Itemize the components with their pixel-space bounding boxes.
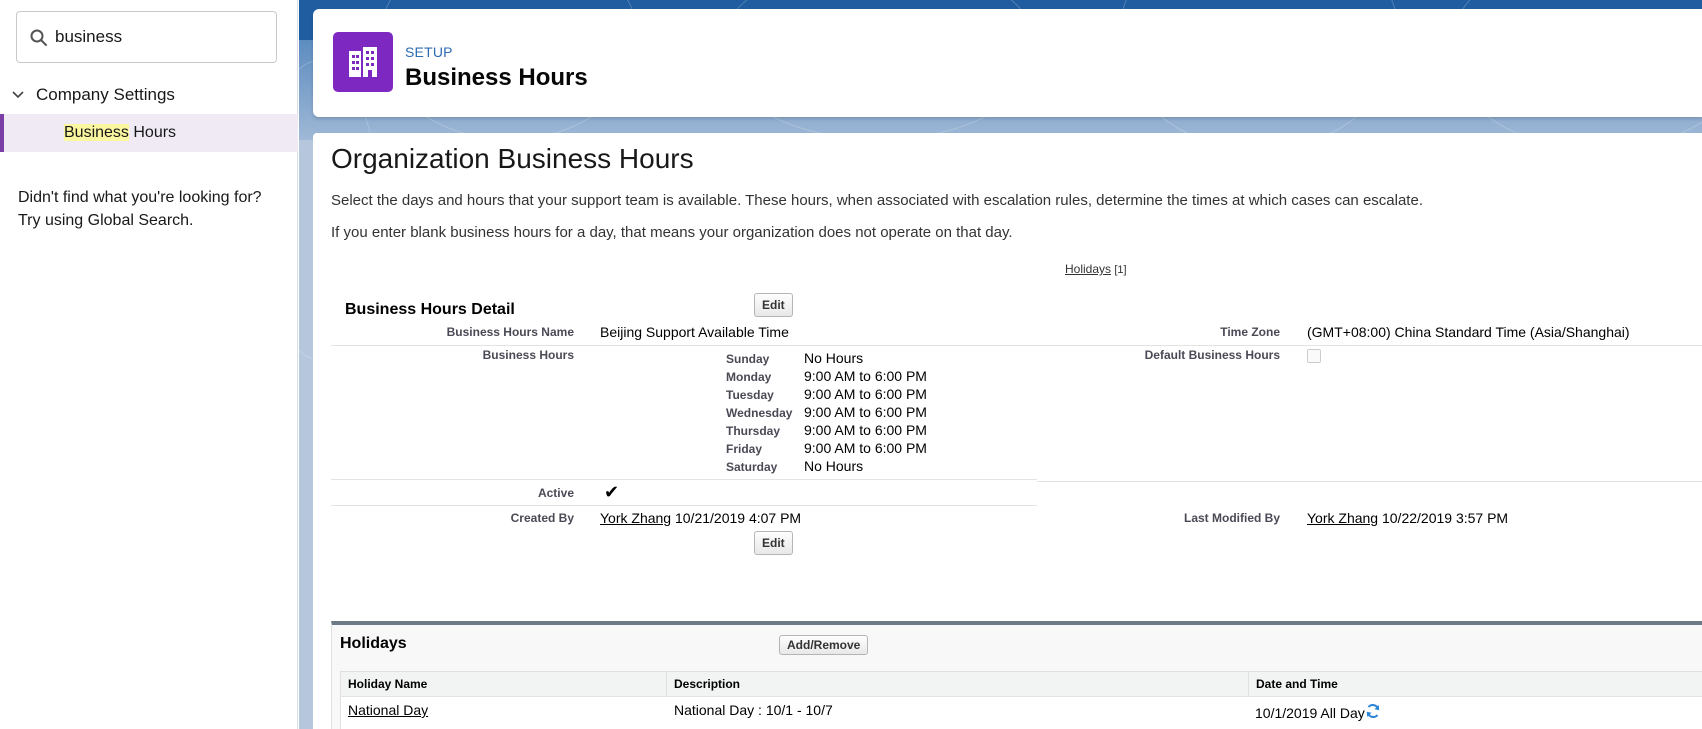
- created-by-user-link[interactable]: York Zhang: [600, 510, 671, 526]
- detail-section-title: Business Hours Detail: [345, 301, 515, 318]
- last-modified-user-link[interactable]: York Zhang: [1307, 510, 1378, 526]
- not-found-message: Didn't find what you're looking for? Try…: [18, 186, 288, 232]
- created-by-value: York Zhang 10/21/2019 4:07 PM: [600, 510, 801, 526]
- day-label: Thursday: [726, 424, 781, 438]
- section-heading: Organization Business Hours: [331, 143, 694, 174]
- setup-sidebar: business Company Settings Business Hours…: [0, 0, 298, 729]
- holidays-link[interactable]: Holidays: [1065, 262, 1111, 276]
- edit-button-top[interactable]: Edit: [754, 293, 793, 317]
- day-hours: No Hours: [804, 458, 864, 474]
- description-text: If you enter blank business hours for a …: [331, 224, 1013, 241]
- search-icon: [30, 29, 47, 46]
- related-list-title: Holidays: [340, 635, 407, 652]
- field-label: Business Hours: [482, 348, 574, 362]
- tree-item-label: Business Hours: [64, 124, 176, 142]
- row-divider: [331, 345, 1702, 346]
- chevron-down-icon[interactable]: [10, 87, 26, 103]
- content-panel: Organization Business Hours Select the d…: [313, 133, 1702, 729]
- holidays-count: [1]: [1114, 264, 1127, 276]
- row-divider: [331, 505, 1037, 506]
- default-business-hours-checkbox: [1307, 349, 1321, 363]
- page-title: Business Hours: [405, 64, 588, 91]
- add-remove-button[interactable]: Add/Remove: [779, 635, 869, 655]
- tree-item-company-settings[interactable]: Company Settings: [10, 82, 175, 108]
- day-hours: 9:00 AM to 6:00 PM: [804, 368, 927, 384]
- day-label: Sunday: [726, 352, 770, 366]
- field-label: Active: [537, 486, 574, 500]
- holiday-date: 10/1/2019 All Day: [1255, 705, 1365, 721]
- day-hours: 9:00 AM to 6:00 PM: [804, 422, 927, 438]
- field-label: Last Modified By: [1183, 511, 1280, 525]
- time-zone-value: (GMT+08:00) China Standard Time (Asia/Sh…: [1307, 324, 1630, 340]
- tree-item-business-hours[interactable]: Business Hours: [0, 114, 298, 152]
- row-divider: [1037, 481, 1702, 482]
- day-label: Tuesday: [726, 388, 774, 402]
- not-found-line: Try using Global Search.: [18, 212, 194, 229]
- day-label: Wednesday: [726, 406, 793, 420]
- row-divider: [331, 479, 1037, 480]
- search-match-highlight: Business: [64, 124, 129, 141]
- holiday-description: National Day : 10/1 - 10/7: [674, 702, 833, 718]
- day-hours: 9:00 AM to 6:00 PM: [804, 440, 927, 456]
- breadcrumb: SETUP: [405, 44, 453, 60]
- tree-item-label: Company Settings: [36, 85, 175, 104]
- not-found-line: Didn't find what you're looking for?: [18, 189, 262, 206]
- day-label: Monday: [726, 370, 772, 384]
- created-by-date: 10/21/2019 4:07 PM: [674, 510, 802, 526]
- business-hours-name-value: Beijing Support Available Time: [600, 324, 789, 340]
- last-modified-value: York Zhang 10/22/2019 3:57 PM: [1307, 510, 1508, 526]
- day-hours: 9:00 AM to 6:00 PM: [804, 386, 927, 402]
- edit-button-bottom[interactable]: Edit: [754, 531, 793, 555]
- day-hours: No Hours: [804, 350, 864, 366]
- day-hours: 9:00 AM to 6:00 PM: [804, 404, 927, 420]
- tree-item-label-rest: Hours: [128, 124, 177, 141]
- holidays-table: Holiday Name Description Date and Time N…: [340, 671, 1702, 729]
- holidays-related-link[interactable]: Holidays [1]: [1065, 262, 1127, 276]
- holidays-related-list: Holidays Add/Remove Holiday Name Descrip…: [331, 621, 1702, 729]
- row-divider: [341, 696, 1702, 697]
- field-label: Created By: [510, 511, 574, 525]
- active-checkmark-icon: ✔: [604, 482, 620, 502]
- column-header: Description: [667, 672, 1249, 696]
- day-label: Saturday: [726, 460, 778, 474]
- field-label: Business Hours Name: [446, 325, 574, 339]
- field-label: Default Business Hours: [1144, 348, 1280, 362]
- description-text: Select the days and hours that your supp…: [331, 192, 1423, 209]
- quick-find-search-input[interactable]: business: [16, 11, 277, 63]
- column-header: Holiday Name: [341, 672, 667, 696]
- refresh-icon: [1366, 704, 1380, 718]
- page-header: SETUP Business Hours: [313, 9, 1702, 117]
- last-modified-date: 10/22/2019 3:57 PM: [1381, 510, 1509, 526]
- day-label: Friday: [726, 442, 763, 456]
- building-icon: [333, 32, 393, 92]
- search-input-value: business: [55, 27, 123, 46]
- column-header: Date and Time: [1249, 672, 1702, 696]
- field-label: Time Zone: [1220, 325, 1280, 339]
- holiday-name-link[interactable]: National Day: [348, 702, 428, 718]
